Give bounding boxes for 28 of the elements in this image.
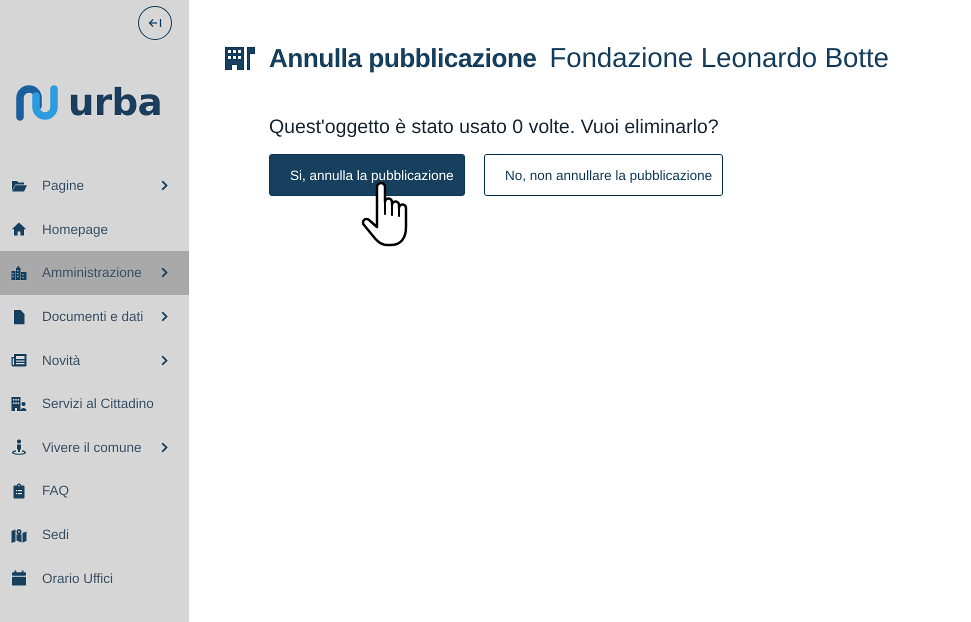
cancel-button[interactable]: No, non annullare la pubblicazione <box>484 154 723 196</box>
building-flag-icon <box>225 46 255 70</box>
sidebar-item[interactable]: Amministrazione <box>0 251 189 295</box>
sidebar-item[interactable]: Novità <box>0 338 189 382</box>
sidebar-item[interactable]: Servizi al Cittadino <box>0 382 189 426</box>
sidebar-item[interactable]: Sedi <box>0 512 189 556</box>
collapse-button[interactable] <box>138 6 172 40</box>
building-person-icon <box>11 396 27 412</box>
page-title: Annulla pubblicazione <box>269 42 536 74</box>
arrow-left-bar-icon <box>148 18 162 28</box>
sidebar-item[interactable]: Pagine <box>0 164 189 208</box>
clipboard-list-icon <box>11 482 27 499</box>
sidebar-item[interactable]: Orario Uffici <box>0 556 189 600</box>
home-icon <box>11 221 27 238</box>
confirm-button[interactable]: Si, annulla la pubblicazione <box>269 154 465 196</box>
page-subtitle: Fondazione Leonardo Botte <box>550 42 889 74</box>
sidebar-item[interactable]: Vivere il comune <box>0 426 189 470</box>
person-pin-icon <box>11 439 27 456</box>
calendar-icon <box>11 570 27 586</box>
confirmation-question: Quest'oggetto è stato usato 0 volte. Vuoi eliminarlo? <box>269 116 720 139</box>
logo-text: urba <box>68 84 162 120</box>
map-pin-icon <box>11 526 27 543</box>
sidebar-item[interactable]: Documenti e dati <box>0 294 189 338</box>
document-icon <box>11 308 27 325</box>
sidebar-item[interactable]: Homepage <box>0 208 189 252</box>
buildings-icon <box>11 264 27 281</box>
newspaper-icon <box>11 352 27 368</box>
sidebar-item[interactable]: FAQ <box>0 469 189 513</box>
